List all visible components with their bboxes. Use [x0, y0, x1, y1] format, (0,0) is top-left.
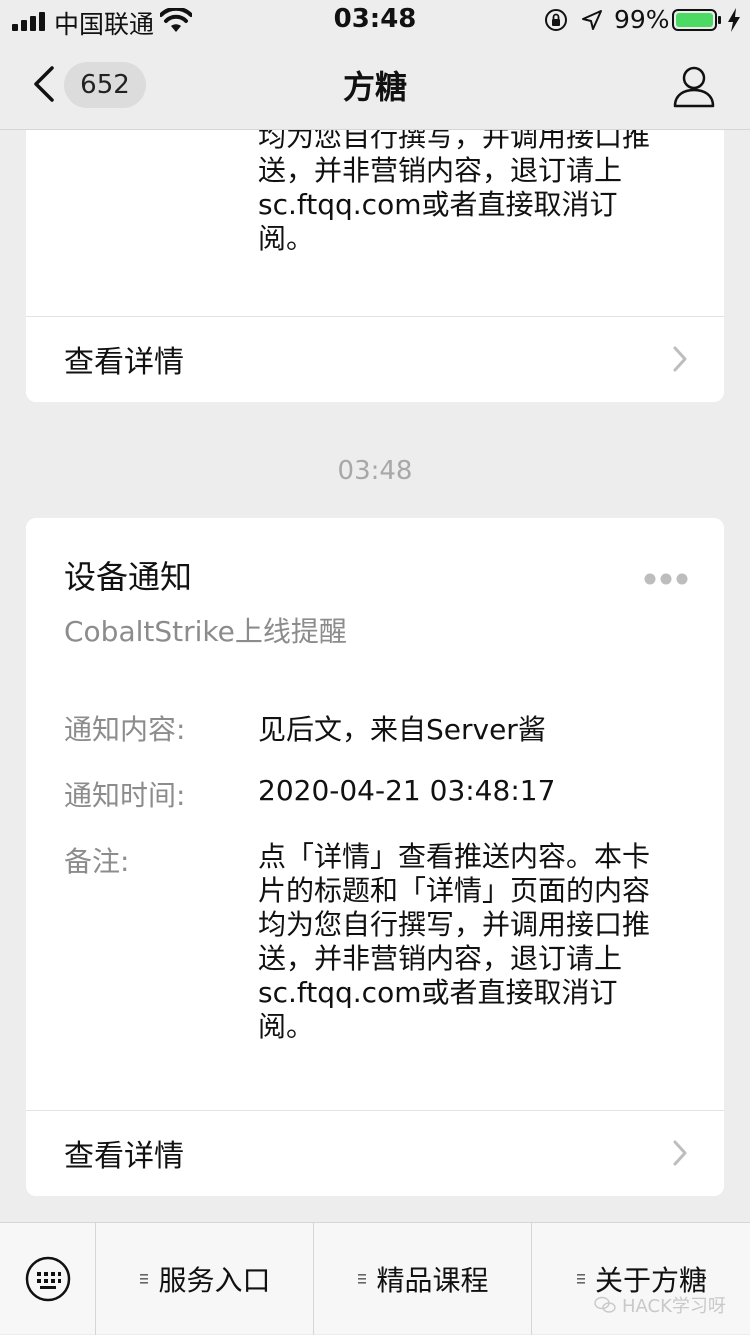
view-details-label: 查看详情	[64, 1139, 184, 1174]
menu-lines-icon	[358, 1274, 367, 1284]
field-value-content: 见后文，来自Server酱	[258, 713, 546, 746]
wechat-logo-icon	[594, 1296, 616, 1313]
menu-lines-icon	[140, 1274, 149, 1284]
orientation-lock-icon	[545, 9, 567, 31]
keyboard-toggle-button[interactable]	[0, 1223, 96, 1335]
view-details-row[interactable]: 查看详情	[26, 316, 724, 402]
navigation-bar: 652 方糖	[0, 40, 750, 130]
card-title: 设备通知	[64, 558, 193, 596]
message-list[interactable]: 均为您自行撰写，并调用接口推 送，并非营销内容，退订请上 sc.ftqq.com…	[0, 130, 750, 1222]
battery-icon	[672, 9, 721, 31]
keyboard-icon	[25, 1256, 71, 1302]
field-value-time: 2020-04-21 03:48:17	[258, 774, 556, 807]
chevron-right-icon	[673, 1140, 687, 1166]
remark-text: 点「详情」查看推送内容。本卡 片的标题和「详情」页面的内容 均为您自行撰写，并调…	[258, 840, 651, 1043]
menu-premium-courses[interactable]: 精品课程	[314, 1223, 532, 1335]
menu-label: 服务入口	[158, 1264, 271, 1297]
menu-service-entry[interactable]: 服务入口	[96, 1223, 314, 1335]
field-label-remark: 备注:	[64, 845, 130, 878]
menu-label: 精品课程	[376, 1264, 489, 1297]
chevron-right-icon	[673, 346, 687, 372]
field-label-content: 通知内容:	[64, 713, 186, 746]
menu-lines-icon	[576, 1274, 585, 1284]
charging-bolt-icon	[728, 8, 740, 32]
page-title: 方糖	[342, 68, 407, 106]
menu-about[interactable]: 关于方糖	[532, 1223, 750, 1335]
profile-icon[interactable]	[672, 64, 716, 108]
status-bar: 中国联通 03:48 99%	[0, 0, 750, 40]
watermark-text: HACK学习呀	[622, 1296, 726, 1317]
field-label-time: 通知时间:	[64, 779, 186, 812]
notification-card: 设备通知 CobaltStrike上线提醒 通知内容: 见后文，来自Server…	[26, 518, 724, 1196]
battery-percentage: 99%	[614, 5, 670, 34]
location-arrow-icon	[582, 10, 602, 30]
view-details-row[interactable]: 查看详情	[26, 1110, 724, 1196]
notification-card-previous: 均为您自行撰写，并调用接口推 送，并非营销内容，退订请上 sc.ftqq.com…	[26, 130, 724, 402]
timestamp-separator: 03:48	[337, 456, 413, 486]
watermark: HACK学习呀	[594, 1292, 726, 1318]
remark-text: 均为您自行撰写，并调用接口推 送，并非营销内容，退订请上 sc.ftqq.com…	[258, 130, 651, 255]
card-subtitle: CobaltStrike上线提醒	[64, 615, 347, 648]
view-details-label: 查看详情	[64, 345, 184, 380]
more-options-icon[interactable]	[644, 572, 688, 586]
